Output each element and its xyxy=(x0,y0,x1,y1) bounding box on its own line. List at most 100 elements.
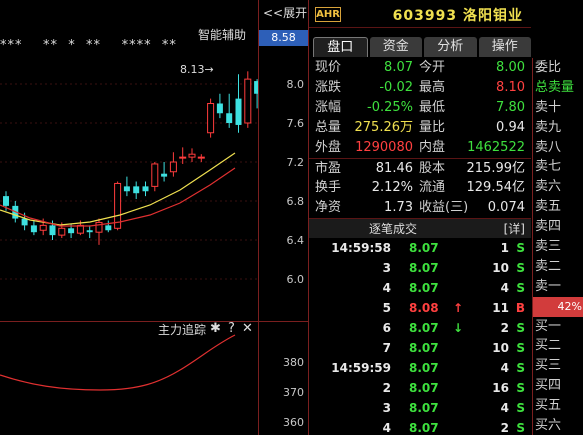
quote-value: 1.73 xyxy=(384,200,413,215)
help-icon[interactable]: ? xyxy=(228,321,235,336)
orderbook-row[interactable]: 买三 xyxy=(533,356,583,376)
tab-fenxi[interactable]: 分析 xyxy=(424,37,477,57)
candle-body xyxy=(58,227,66,236)
orderbook-row[interactable]: 卖二 xyxy=(533,257,583,277)
quote-row: 换手 2.12% 流通 129.54亿 xyxy=(309,178,531,198)
orderbook-row[interactable]: 卖五 xyxy=(533,197,583,217)
orderbook-row[interactable]: 买二 xyxy=(533,336,583,356)
tick-time: 4 xyxy=(382,421,391,435)
tick-price: 8.07 xyxy=(409,241,439,255)
orderbook-row[interactable]: 卖一 xyxy=(533,277,583,297)
tick-row: 2 8.07 16 S xyxy=(309,378,531,398)
quote-label: 涨跌 xyxy=(315,80,342,95)
tab-zijin[interactable]: 资金 xyxy=(369,37,422,57)
tick-time: 2 xyxy=(382,381,391,395)
quote-row: 净资 1.73 收益(三) 0.074 xyxy=(309,198,531,218)
tick-arrow: ↓ xyxy=(453,321,464,335)
y-label: 7.6 xyxy=(286,117,305,130)
quote-value: -0.02 xyxy=(379,80,413,95)
quote-value: 1290080 xyxy=(355,140,413,155)
indicator-label[interactable]: 智能辅助 xyxy=(198,26,246,43)
quote-row: 市盈 81.46 股本 215.99亿 xyxy=(309,158,531,178)
tick-price: 8.07 xyxy=(409,401,439,415)
orderbook-row[interactable]: 卖八 xyxy=(533,138,583,158)
tick-price: 8.07 xyxy=(409,381,439,395)
tick-price: 8.07 xyxy=(409,341,439,355)
candle-body xyxy=(86,230,93,233)
tick-side: S xyxy=(516,261,525,275)
orderbook-row[interactable]: 买五 xyxy=(533,396,583,416)
tick-side: S xyxy=(516,241,525,255)
candle-body xyxy=(3,196,9,206)
sub-indicator-line xyxy=(0,334,236,391)
orderbook-row[interactable]: 卖九 xyxy=(533,118,583,138)
orderbook-row[interactable]: 卖三 xyxy=(533,237,583,257)
quote-value: 0.94 xyxy=(496,120,525,135)
tick-side: S xyxy=(516,361,525,375)
quote-label: 内盘 xyxy=(419,140,446,155)
candle-body xyxy=(21,218,28,226)
panel-tabs: 盘口 资金 分析 操作 xyxy=(309,37,531,57)
orderbook-row[interactable]: 卖六 xyxy=(533,177,583,197)
current-price-tag: 8.58 xyxy=(259,30,308,46)
quote-label: 市盈 xyxy=(315,161,342,176)
orderbook-row[interactable]: 卖十 xyxy=(533,98,583,118)
quote-value: -0.25% xyxy=(367,100,413,115)
quote-value: 0.074 xyxy=(487,200,525,215)
tick-side: S xyxy=(516,421,525,435)
stock-title: 603993 洛阳钼业 xyxy=(393,5,523,25)
orderbook-row[interactable]: 42% xyxy=(533,296,583,317)
quote-panel: AHR 603993 洛阳钼业 盘口 资金 分析 操作 现价 8.07 今开 8.00… xyxy=(308,0,583,435)
gear-icon[interactable]: ✱ xyxy=(210,321,221,336)
y-label: 6.8 xyxy=(286,195,305,208)
quote-value: 8.07 xyxy=(384,60,413,75)
candle-body xyxy=(151,163,159,187)
quote-label: 收益(三) xyxy=(419,200,469,215)
candle-body xyxy=(235,98,242,125)
main-force-line xyxy=(0,334,236,391)
orderbook-row[interactable]: 买一 xyxy=(533,317,583,337)
sub-y-label: 370 xyxy=(283,386,304,399)
sub-y-label: 380 xyxy=(283,356,304,369)
tick-row: 5 8.08 ↑ 11 B xyxy=(309,298,531,318)
quote-label: 总量 xyxy=(315,120,342,135)
quote-value: 2.12% xyxy=(371,180,413,195)
tick-detail-button[interactable]: [详] xyxy=(504,220,525,237)
orderbook-row[interactable]: 卖四 xyxy=(533,217,583,237)
candle-body xyxy=(123,186,130,192)
tick-volume: 4 xyxy=(500,401,509,415)
tick-header: 逐笔成交 [详] xyxy=(309,218,531,238)
quote-row: 涨跌 -0.02 最高 8.10 xyxy=(309,78,531,98)
tick-price: 8.07 xyxy=(409,361,439,375)
tick-volume: 10 xyxy=(492,341,509,355)
orderbook-row[interactable]: 买六 xyxy=(533,416,583,435)
tick-price: 8.08 xyxy=(409,301,439,315)
tick-price: 8.07 xyxy=(409,281,439,295)
orderbook-row[interactable]: 卖七 xyxy=(533,157,583,177)
tab-caozuo[interactable]: 操作 xyxy=(478,37,531,57)
candle-body xyxy=(30,225,37,233)
kline-chart[interactable]: 智能辅助 *** ** * ** **** ** 8.13→ 主力追踪 ✱ ? … xyxy=(0,0,258,435)
quote-label: 量比 xyxy=(419,120,446,135)
orderbook-row[interactable]: 委比 xyxy=(533,58,583,78)
ahr-badge[interactable]: AHR xyxy=(315,7,341,22)
quote-value: 81.46 xyxy=(375,161,413,176)
orderbook-row[interactable]: 买四 xyxy=(533,376,583,396)
quote-label: 净资 xyxy=(315,200,342,215)
collapse-button[interactable]: <<展开 xyxy=(263,4,307,21)
stock-header: AHR 603993 洛阳钼业 xyxy=(309,0,531,28)
quote-label: 涨幅 xyxy=(315,100,342,115)
candle-body xyxy=(197,156,205,159)
orderbook-row[interactable]: 总卖量 xyxy=(533,78,583,98)
axis-divider xyxy=(259,321,309,322)
tick-volume: 4 xyxy=(500,281,509,295)
candle-body xyxy=(207,103,215,134)
close-icon[interactable]: ✕ xyxy=(242,321,253,336)
tab-pankou[interactable]: 盘口 xyxy=(313,37,368,57)
kline-svg xyxy=(0,71,258,391)
stock-code: 603993 xyxy=(392,8,458,24)
candle-body xyxy=(226,113,233,123)
quote-value: 1462522 xyxy=(467,140,525,155)
quote-row: 涨幅 -0.25% 最低 7.80 xyxy=(309,98,531,118)
tick-row: 6 8.07 ↓ 2 S xyxy=(309,318,531,338)
